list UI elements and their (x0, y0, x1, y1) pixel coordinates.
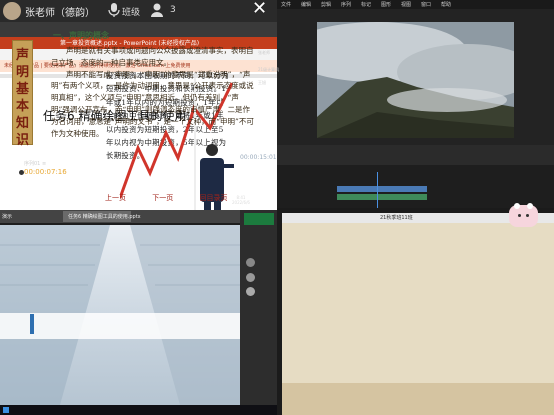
audio-clip-track[interactable] (337, 194, 427, 200)
program-duration: 00:00:15:01 (240, 154, 277, 161)
premiere-menu-bar (277, 0, 554, 9)
member-name: 王旭 (258, 80, 266, 85)
menu-item-file[interactable]: 文件 (281, 1, 291, 8)
present-tab[interactable]: 演示 (2, 213, 12, 220)
paragraph: 声明是就有关事项或问题向公众披露或澄清事实，表明自己立场、态度的一种启事类应用文… (51, 46, 254, 67)
doc-window-title: 21秋季班11班 (380, 215, 413, 221)
menu-item-graphics[interactable]: 图形 (381, 1, 391, 8)
floating-assistant-icon[interactable] (509, 203, 538, 227)
class-label: 班级 (122, 8, 141, 18)
member-name: 21级计算机 (258, 67, 280, 72)
active-file-tab-label: 任务6 精确绘图工具的使用.pptx (68, 214, 141, 220)
decorative-border (282, 383, 554, 415)
member-name: 张老师 (258, 50, 270, 55)
side-panel-button[interactable] (244, 213, 274, 225)
monitor-controls[interactable] (277, 145, 554, 165)
next-page-button[interactable]: 下一页 (152, 193, 173, 203)
doc-navigation: 上一页 下一页 回目录页 (105, 193, 251, 203)
badge-ear (514, 203, 520, 209)
start-icon[interactable] (3, 407, 9, 413)
participant-count: 3 (170, 5, 176, 15)
program-monitor[interactable] (287, 22, 537, 138)
playhead[interactable] (377, 172, 378, 208)
slideshow-window: 演示 任务6 精确绘图工具的使用.pptx (0, 210, 277, 415)
sequence-tab[interactable]: 序列01 ≡ (24, 160, 46, 167)
section-heading: 一、声明的概念 (53, 30, 109, 40)
slide-title-band (0, 313, 240, 339)
badge-ear (527, 203, 533, 209)
microphone-icon[interactable] (108, 2, 122, 18)
prev-page-button[interactable]: 上一页 (105, 193, 126, 203)
participants-icon[interactable] (150, 2, 164, 21)
chat-side-panel (240, 210, 277, 405)
windows-taskbar (0, 405, 277, 415)
menu-item-window[interactable]: 窗口 (421, 1, 431, 8)
mountain-landscape-image (287, 22, 537, 138)
close-icon[interactable]: ✕ (252, 0, 267, 19)
badge-eye (518, 214, 521, 217)
menu-item-help[interactable]: 帮助 (441, 1, 451, 8)
menu-item-view[interactable]: 视图 (401, 1, 411, 8)
badge-eye (526, 214, 529, 217)
section-body: 声明是就有关事项或问题向公众披露或澄清事实，表明自己立场、态度的一种启事类应用文… (51, 45, 256, 139)
host-name: 张老师（德韵） (25, 8, 95, 19)
premiere-window: 文件 编辑 剪辑 序列 标记 图形 视图 窗口 帮助 (277, 0, 554, 208)
member-avatar[interactable] (246, 273, 255, 282)
video-clip-track[interactable] (337, 186, 427, 192)
lesson-document-window: 21秋季班11班 (282, 213, 554, 415)
menu-item-marker[interactable]: 标记 (361, 1, 371, 8)
member-avatar[interactable] (246, 258, 255, 267)
screen-share-header (0, 22, 277, 37)
host-avatar[interactable] (3, 2, 21, 20)
timeline-timecode: 00:00:07:16 (24, 168, 67, 176)
member-avatar[interactable] (246, 287, 255, 296)
vertical-title-banner: 声明基本知识 (12, 40, 33, 148)
menu-item-sequence[interactable]: 序列 (341, 1, 351, 8)
title-accent-bar (30, 314, 34, 334)
paragraph: 声明不能写成“申明”。“申明”的意思是“郑重说明”，“声明”有两个义项，一是作为… (51, 69, 254, 138)
menu-item-clip[interactable]: 剪辑 (321, 1, 331, 8)
menu-item-edit[interactable]: 编辑 (301, 1, 311, 8)
toc-button[interactable]: 回目录页 (199, 193, 227, 203)
